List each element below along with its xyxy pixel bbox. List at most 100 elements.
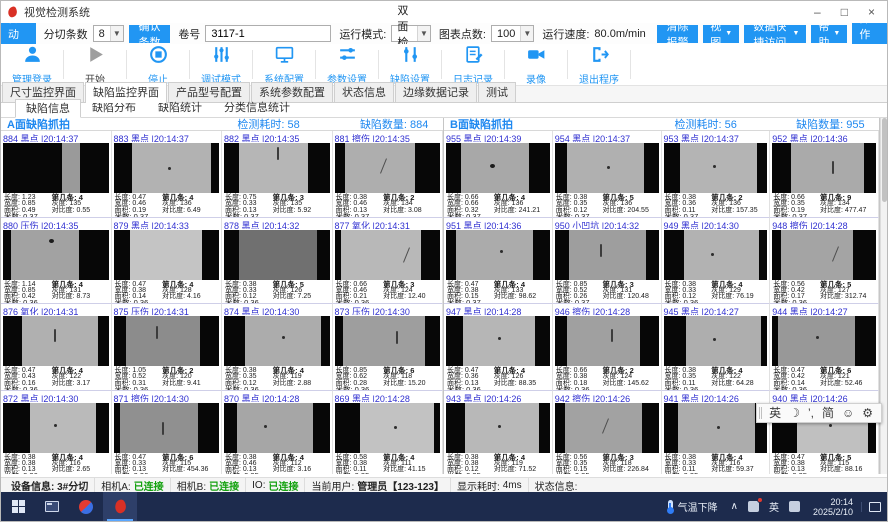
tray-keyboard-icon[interactable] (784, 492, 805, 521)
image-black-band (421, 230, 440, 280)
defect-cell[interactable]: 871 擦伤 |20:14:30长度: 0.47宽度: 0.33面积: 0.13… (112, 391, 223, 475)
defect-cell[interactable]: 953 黑点 |20:14:37长度: 0.38宽度: 0.36面积: 0.11… (662, 131, 771, 218)
tab-状态信息[interactable]: 状态信息 (334, 82, 394, 102)
toolbar-button-exit[interactable]: 退出程序 (570, 44, 628, 85)
meta-line-contrast: 对比度: 3.08 (383, 208, 439, 214)
drive-side-button[interactable]: 传动侧 (1, 23, 36, 44)
defect-cell[interactable]: 949 黑点 |20:14:30长度: 0.38宽度: 0.33面积: 0.12… (662, 218, 771, 305)
slit-count-select[interactable]: 8 ▼ (93, 25, 124, 42)
defect-image (3, 316, 109, 366)
defect-cell[interactable]: 881 擦伤 |20:14:35长度: 0.38宽度: 0.46面积: 0.13… (333, 131, 444, 218)
help-menu-button[interactable]: 帮助▼ (811, 25, 847, 43)
tray-app-icon[interactable] (743, 492, 764, 521)
chart-points-select[interactable]: 100 ▼ (491, 25, 534, 42)
action-center-button[interactable] (861, 502, 887, 512)
taskbar-clock[interactable]: 20:14 2025/2/10 (805, 497, 861, 517)
defect-cell[interactable]: 872 黑点 |20:14:30长度: 0.38宽度: 0.38面积: 0.13… (1, 391, 112, 475)
defect-cell[interactable]: 877 氧化 |20:14:31长度: 0.66宽度: 0.46面积: 0.21… (333, 218, 444, 305)
toolbar-button-sliders-h[interactable]: 参数设置 (318, 44, 376, 85)
defect-cell[interactable]: 950 小凹坑 |20:14:32长度: 0.85宽度: 0.52面积: 0.2… (553, 218, 662, 305)
defect-cell[interactable]: 878 黑点 |20:14:32长度: 0.38宽度: 0.33面积: 0.12… (222, 218, 333, 305)
defect-cell[interactable]: 883 黑点 |20:14:37长度: 0.47宽度: 0.46面积: 0.19… (112, 131, 223, 218)
defect-cell[interactable]: 955 黑点 |20:14:39长度: 0.66宽度: 0.66面积: 0.32… (444, 131, 553, 218)
meta-line-contrast: 对比度: 145.62 (603, 381, 658, 387)
image-black-band (96, 403, 109, 453)
taskbar-active-app-button[interactable] (103, 492, 137, 521)
defect-cell[interactable]: 944 黑点 |20:14:27长度: 0.47宽度: 0.42面积: 0.14… (770, 304, 879, 391)
ime-drag-handle[interactable] (759, 407, 762, 419)
defect-cell-header: 881 擦伤 |20:14:35 (333, 131, 443, 142)
toolbar-button-user[interactable]: 管理登录 (3, 44, 61, 85)
meta-left-column: 长度: 0.47宽度: 0.36面积: 0.13米数: 0.36 (447, 368, 494, 391)
ime-simplified-button[interactable]: 简 (819, 404, 837, 422)
toolbar-divider (189, 50, 190, 79)
ime-lang-button[interactable]: 英 (766, 404, 784, 422)
subtab-分类信息统计[interactable]: 分类信息统计 (213, 98, 301, 117)
defect-image (335, 230, 441, 280)
defect-cell[interactable]: 948 擦伤 |20:14:28长度: 0.56宽度: 0.42面积: 0.17… (770, 218, 879, 305)
ime-language-indicator[interactable]: 英 (764, 492, 784, 521)
toolbar-button-debug[interactable]: 调试模式 (192, 44, 250, 85)
defect-cell[interactable]: 941 黑点 |20:14:26长度: 0.38宽度: 0.33面积: 0.11… (662, 391, 771, 475)
defect-cell[interactable]: 876 氧化 |20:14:31长度: 0.47宽度: 0.43面积: 0.16… (1, 304, 112, 391)
data-quick-access-button[interactable]: 数据快捷访问▼ (744, 25, 806, 43)
view-menu-button[interactable]: 视图▼ (703, 25, 739, 43)
toolbar-button-log[interactable]: 日志记录 (444, 44, 502, 85)
defect-cell[interactable]: 946 擦伤 |20:14:28长度: 0.66宽度: 0.38面积: 0.18… (553, 304, 662, 391)
subtab-缺陷信息[interactable]: 缺陷信息 (15, 99, 81, 118)
meta-line-meters: 米数: 0.35 (665, 473, 712, 474)
image-black-band (200, 316, 219, 366)
defect-cell[interactable]: 882 黑点 |20:14:35长度: 0.75宽度: 0.33面积: 0.13… (222, 131, 333, 218)
defect-cell[interactable]: 947 黑点 |20:14:28长度: 0.47宽度: 0.36面积: 0.13… (444, 304, 553, 391)
clear-alarm-button[interactable]: 清除报警 (657, 25, 699, 43)
defect-cell[interactable]: 879 黑点 |20:14:33长度: 0.47宽度: 0.38面积: 0.14… (112, 218, 223, 305)
toolbar-button-camera[interactable]: 录像 (507, 44, 565, 85)
defect-cell-header: 953 黑点 |20:14:37 (662, 131, 770, 142)
defect-image (224, 230, 330, 280)
operator-side-button[interactable]: 操作侧 (852, 23, 887, 44)
toolbar-button-sliders-v[interactable]: 缺陷设置 (381, 44, 439, 85)
toolbar-button-play[interactable]: 开始 (66, 44, 124, 85)
defect-cell[interactable]: 873 压伤 |20:14:30长度: 0.85宽度: 0.62面积: 0.28… (333, 304, 444, 391)
maximize-button[interactable]: □ (841, 5, 848, 19)
defect-cell[interactable]: 954 黑点 |20:14:37长度: 0.38宽度: 0.35面积: 0.12… (553, 131, 662, 218)
tray-expand-button[interactable]: ∧ (726, 492, 743, 521)
defect-cell[interactable]: 945 黑点 |20:14:27长度: 0.38宽度: 0.35面积: 0.11… (662, 304, 771, 391)
defect-meta: 长度: 0.38宽度: 0.35面积: 0.11米数: 0.36第几条: 4灰度… (662, 366, 770, 391)
defect-cell[interactable]: 869 黑点 |20:14:28长度: 0.58宽度: 0.38面积: 0.11… (333, 391, 444, 475)
device-info: 设备信息: 3#分切 (5, 478, 95, 493)
tab-边缘数据记录[interactable]: 边缘数据记录 (395, 82, 477, 102)
taskbar-app-button[interactable] (69, 492, 103, 521)
chevron-down-icon: ▼ (520, 26, 533, 41)
toolbar-button-monitor[interactable]: 系统配置 (255, 44, 313, 85)
defect-cell[interactable]: 884 黑点 |20:14:37长度: 1.23宽度: 0.85面积: 0.49… (1, 131, 112, 218)
meta-right-column: 第几条: 4灰度: 136对比度: 6.49 (162, 195, 218, 218)
scrollbar-thumb[interactable] (882, 118, 887, 202)
start-button[interactable] (1, 492, 35, 521)
defect-cell[interactable]: 874 黑点 |20:14:30长度: 0.38宽度: 0.35面积: 0.12… (222, 304, 333, 391)
windows-logo-icon (12, 500, 25, 513)
defect-cell[interactable]: 952 黑点 |20:14:36长度: 0.66宽度: 0.35面积: 0.19… (770, 131, 879, 218)
image-black-band (772, 230, 780, 280)
ime-settings-gear-icon[interactable]: ⚙ (859, 404, 876, 422)
defect-cell[interactable]: 875 压伤 |20:14:31长度: 1.05宽度: 0.52面积: 0.31… (112, 304, 223, 391)
toolbar-button-stop[interactable]: 停止 (129, 44, 187, 85)
run-mode-select[interactable]: 双面检测 ▼ (391, 25, 431, 42)
meta-line-contrast: 对比度: 7.25 (273, 294, 329, 300)
roll-number-input[interactable] (205, 25, 331, 42)
ime-punctuation-button[interactable]: ’, (805, 404, 817, 422)
tab-测试[interactable]: 测试 (478, 82, 516, 102)
defect-cell[interactable]: 951 黑点 |20:14:36长度: 0.47宽度: 0.38面积: 0.15… (444, 218, 553, 305)
defect-cell[interactable]: 870 黑点 |20:14:28长度: 0.38宽度: 0.46面积: 0.13… (222, 391, 333, 475)
image-black-band (535, 316, 550, 366)
file-explorer-button[interactable] (35, 492, 69, 521)
defect-meta: 长度: 0.56宽度: 0.35面积: 0.15米数: 0.35第几条: 3灰度… (553, 453, 661, 475)
tab-缺陷监控界面[interactable]: 缺陷监控界面 (85, 82, 167, 103)
defect-cell[interactable]: 943 黑点 |20:14:26长度: 0.38宽度: 0.38面积: 0.12… (444, 391, 553, 475)
weather-widget[interactable]: 气温下降 (660, 499, 726, 514)
defect-cell[interactable]: 942 擦伤 |20:14:26长度: 0.56宽度: 0.35面积: 0.15… (553, 391, 662, 475)
ime-emoji-icon[interactable]: ☺ (839, 404, 857, 422)
ime-night-mode-icon[interactable]: ☽ (786, 404, 803, 422)
defect-cell[interactable]: 880 压伤 |20:14:35长度: 1.14宽度: 0.85面积: 0.42… (1, 218, 112, 305)
confirm-count-button[interactable]: 确认条数 (129, 25, 171, 43)
